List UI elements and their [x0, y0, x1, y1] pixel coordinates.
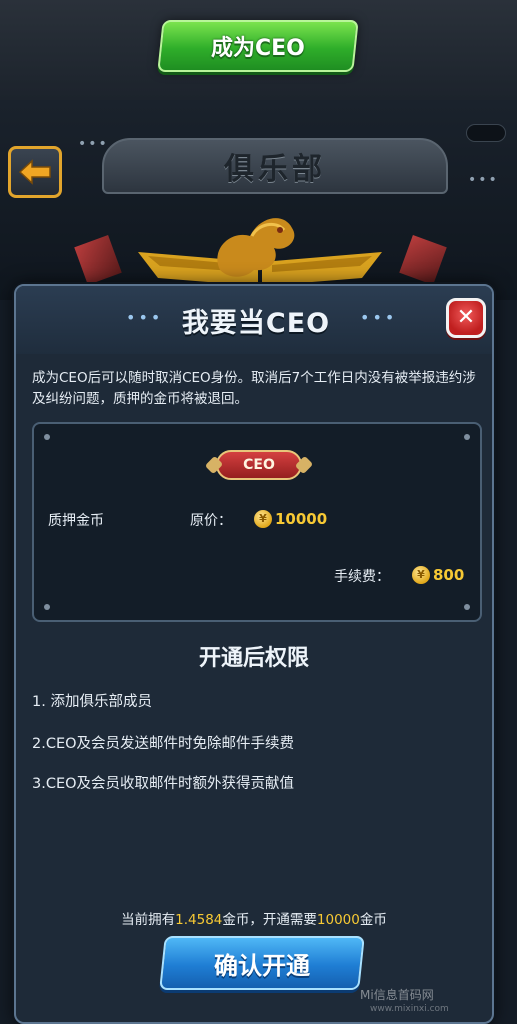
- balance-prefix: 当前拥有: [121, 912, 176, 928]
- close-x-icon: ✕: [456, 305, 476, 330]
- permissions-title: 开通后权限: [198, 646, 309, 671]
- close-button[interactable]: ✕: [446, 298, 486, 338]
- confirm-activate-label: 确认开通: [214, 951, 310, 980]
- golden-dragon-icon: [217, 218, 295, 277]
- required-coins: 10000: [316, 912, 360, 928]
- become-ceo-button[interactable]: 成为CEO: [157, 20, 359, 72]
- dialog-title: 我要当CEO: [181, 307, 331, 339]
- fee-price: ¥800: [412, 564, 464, 584]
- fee-label: 手续费：: [334, 569, 390, 585]
- corner-indicator: [466, 124, 506, 142]
- ceo-dialog: ••• 我要当CEO ••• ✕ 成为CEO后可以随时取消CEO身份。取消后7个…: [14, 284, 494, 1024]
- permission-item: 3.CEO及会员收取邮件时额外获得贡献值: [32, 776, 295, 792]
- ceo-badge-label: CEO: [243, 457, 275, 473]
- gold-coin-icon: ¥: [412, 565, 430, 584]
- permission-item: 2.CEO及会员发送邮件时免除邮件手续费: [32, 736, 295, 752]
- gold-coin-icon: ¥: [254, 509, 272, 528]
- panel-bolt: [464, 604, 470, 610]
- deposit-label: 质押金币: [48, 513, 104, 529]
- back-arrow-icon: [18, 159, 51, 185]
- dialog-title-plate: 我要当CEO: [152, 298, 360, 342]
- decor-dots: •••: [78, 136, 109, 152]
- confirm-activate-button[interactable]: 确认开通: [159, 936, 365, 990]
- coin-balance-line: 当前拥有1.4584金币，开通需要10000金币: [16, 908, 492, 928]
- original-price: ¥10000: [254, 508, 327, 528]
- deposit-info-panel: CEO 质押金币 原价： ¥10000 手续费： ¥800: [32, 422, 482, 622]
- panel-bolt: [44, 604, 50, 610]
- owned-coins: 1.4584: [175, 912, 223, 928]
- permission-item: 1. 添加俱乐部成员: [32, 694, 152, 710]
- balance-middle: 金币，开通需要: [222, 912, 317, 928]
- club-title: 俱乐部: [224, 152, 326, 187]
- dialog-description: 成为CEO后可以随时取消CEO身份。取消后7个工作日内没有被举报违约涉及纠纷问题…: [32, 370, 476, 407]
- decor-dots: •••: [468, 172, 499, 188]
- watermark: Mi信息首码网: [360, 988, 434, 1002]
- watermark-url: www.mixinxi.com: [370, 1004, 449, 1014]
- title-dots-right: •••: [360, 308, 398, 327]
- panel-bolt: [44, 434, 50, 440]
- fee-amount: 800: [433, 565, 465, 584]
- balance-suffix: 金币: [359, 912, 387, 928]
- panel-bolt: [464, 434, 470, 440]
- ceo-badge: CEO: [216, 450, 302, 480]
- become-ceo-label: 成为CEO: [211, 36, 305, 61]
- back-button[interactable]: [8, 146, 62, 198]
- club-title-plaque: 俱乐部: [102, 138, 448, 194]
- original-amount: 10000: [275, 509, 328, 528]
- original-price-label: 原价：: [190, 513, 232, 529]
